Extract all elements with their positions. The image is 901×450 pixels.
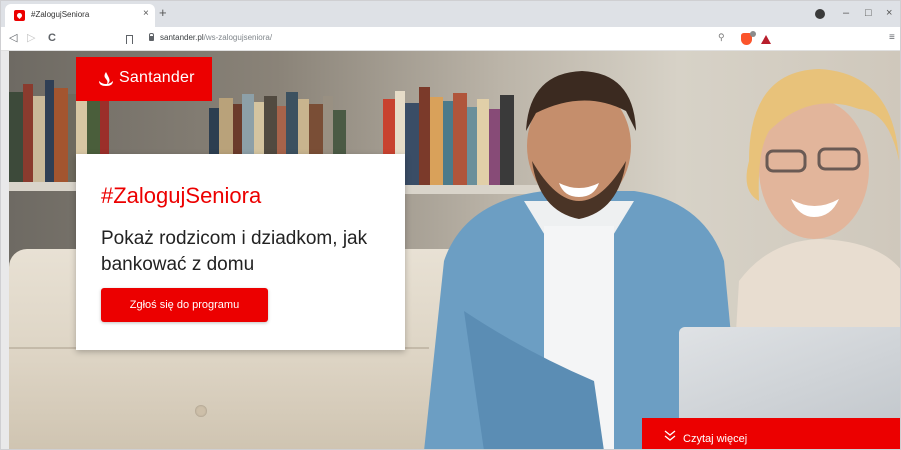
forward-button[interactable]: ▷ [27, 31, 35, 45]
hero-card: #ZalogujSeniora Pokaż rodzicom i dziadko… [76, 154, 405, 350]
bookmark-icon[interactable] [126, 35, 133, 44]
sofa-button [195, 405, 207, 417]
read-more-button[interactable]: Czytaj więcej [642, 418, 900, 449]
triangle-icon[interactable] [761, 35, 771, 44]
tab-strip: #ZalogujSeniora × + – □ × [1, 1, 900, 27]
santander-logo[interactable]: Santander [76, 57, 212, 101]
read-more-label: Czytaj więcej [683, 433, 748, 445]
tab-close-button[interactable]: × [143, 8, 149, 20]
search-icon[interactable]: ⚲ [718, 32, 725, 43]
back-button[interactable]: ◁ [9, 31, 17, 45]
maximize-button[interactable]: □ [865, 6, 872, 20]
minimize-button[interactable]: – [843, 6, 849, 20]
reload-button[interactable]: C [48, 31, 56, 45]
url-host: santander.pl [160, 33, 204, 42]
new-tab-button[interactable]: + [159, 6, 167, 20]
brand-name: Santander [119, 69, 195, 86]
santander-flame-icon [99, 72, 113, 86]
tab-title: #ZalogujSeniora [31, 10, 90, 19]
double-chevron-down-icon [664, 430, 676, 441]
shield-badge-icon [750, 31, 756, 37]
menu-button[interactable]: ≡ [889, 32, 895, 43]
browser-window: #ZalogujSeniora × + – □ × ◁ ▷ C santande… [0, 0, 901, 450]
signup-program-button[interactable]: Zgłoś się do programu [101, 288, 268, 322]
address-bar[interactable]: santander.pl/ws-zalogujseniora/ [160, 33, 272, 42]
page-viewport: Santander #ZalogujSeniora Pokaż rodzicom… [9, 51, 900, 449]
profile-icon[interactable] [815, 9, 825, 19]
santander-favicon-icon [14, 10, 25, 21]
browser-tab[interactable]: #ZalogujSeniora × [5, 4, 155, 27]
lock-icon[interactable] [149, 33, 154, 41]
hero-headline: Pokaż rodzicom i dziadkom, jak bankować … [101, 228, 368, 275]
window-close-button[interactable]: × [886, 6, 892, 20]
hero-hashtag: #ZalogujSeniora [101, 183, 262, 208]
url-path: /ws-zalogujseniora/ [203, 33, 273, 42]
browser-toolbar: ◁ ▷ C santander.pl/ws-zalogujseniora/ ⚲ … [1, 27, 900, 51]
